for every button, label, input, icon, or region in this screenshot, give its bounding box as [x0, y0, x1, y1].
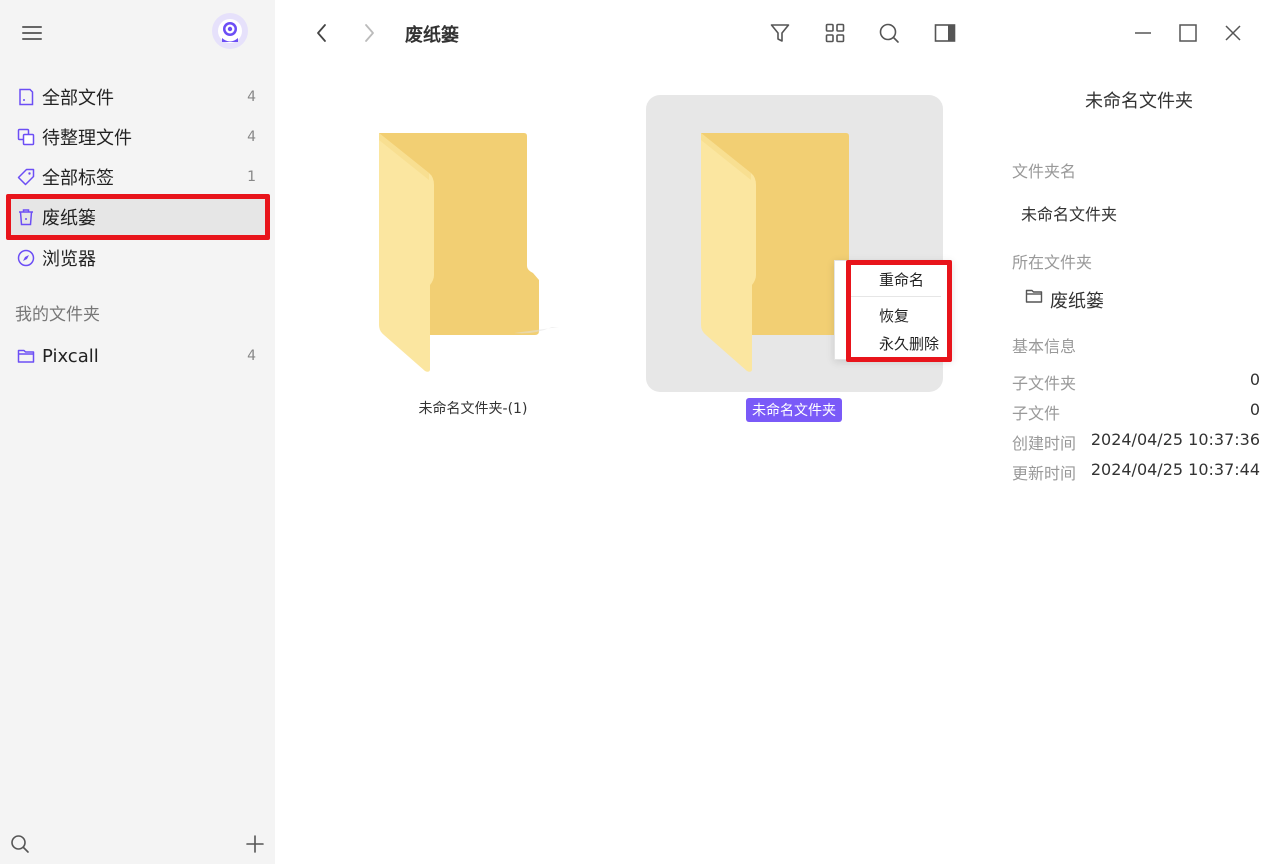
sidebar-item-browser[interactable]: 浏览器 — [8, 239, 266, 277]
folder-icon — [379, 133, 559, 372]
subfiles-label: 子文件 — [1012, 404, 1061, 423]
menu-item-restore[interactable]: 恢复 — [879, 305, 909, 326]
folder-name: 未命名文件夹-(1) — [418, 401, 528, 417]
item-count: 1 — [247, 169, 256, 185]
side-panel-icon[interactable] — [932, 20, 958, 46]
folder-tile[interactable] — [324, 95, 621, 392]
sidebar-item-label: 全部文件 — [42, 88, 114, 109]
created-label: 创建时间 — [1012, 434, 1077, 453]
user-avatar-icon — [218, 19, 242, 43]
item-count: 4 — [247, 89, 256, 105]
context-menu: 重命名 恢复 永久删除 — [834, 260, 952, 360]
menu-item-rename[interactable]: 重命名 — [879, 269, 924, 290]
sidebar-item-label: 待整理文件 — [42, 128, 132, 149]
sidebar-folder-label: Pixcall — [42, 345, 99, 367]
sidebar-item-all-tags[interactable]: 全部标签 1 — [8, 158, 266, 196]
search-icon[interactable] — [10, 834, 30, 854]
folder-name-selected[interactable]: 未命名文件夹 — [746, 398, 842, 422]
folder-icon — [16, 346, 36, 366]
item-count: 4 — [247, 129, 256, 145]
sidebar-item-trash[interactable]: 废纸篓 — [6, 194, 270, 240]
folder-icon — [1025, 287, 1045, 307]
menu-item-delete-permanently[interactable]: 永久删除 — [879, 333, 939, 354]
sidebar: 全部文件 4 待整理文件 4 全部标签 1 废纸篓 浏览器 我的文件夹 Pixc… — [0, 0, 275, 864]
sidebar-item-label: 浏览器 — [42, 249, 96, 270]
avatar[interactable] — [212, 13, 248, 49]
tag-icon — [16, 167, 36, 187]
menu-icon[interactable] — [22, 24, 44, 42]
sidebar-folder-pixcall[interactable]: Pixcall 4 — [8, 337, 266, 375]
trash-icon — [16, 207, 36, 227]
subfolders-value: 0 — [1249, 370, 1260, 389]
filter-icon[interactable] — [767, 20, 793, 46]
maximize-icon[interactable] — [1175, 20, 1201, 46]
name-value[interactable]: 未命名文件夹 — [1021, 201, 1117, 225]
updated-label: 更新时间 — [1012, 464, 1077, 483]
subfolders-label: 子文件夹 — [1012, 374, 1077, 393]
menu-separator — [847, 296, 941, 297]
basic-info-label: 基本信息 — [1012, 337, 1077, 356]
minimize-icon[interactable] — [1130, 20, 1156, 46]
stack-icon — [16, 127, 36, 147]
folder-caption-wrap: 未命名文件夹 — [744, 398, 844, 422]
toolbar: 废纸篓 — [275, 0, 1280, 66]
subfiles-value: 0 — [1249, 400, 1260, 419]
close-icon[interactable] — [1220, 20, 1246, 46]
name-label: 文件夹名 — [1012, 162, 1077, 181]
back-icon[interactable] — [309, 20, 335, 46]
info-title: 未命名文件夹 — [1085, 91, 1193, 112]
page-title: 废纸篓 — [405, 25, 459, 46]
sidebar-item-all-files[interactable]: 全部文件 4 — [8, 78, 266, 116]
note-icon — [16, 87, 36, 107]
add-icon[interactable] — [244, 833, 266, 855]
created-value: 2024/04/25 10:37:36 — [1090, 430, 1260, 449]
updated-value: 2024/04/25 10:37:44 — [1090, 460, 1260, 479]
sidebar-item-unsorted-files[interactable]: 待整理文件 4 — [8, 118, 266, 156]
grid-view-icon[interactable] — [822, 20, 848, 46]
forward-icon[interactable] — [356, 20, 382, 46]
location-value[interactable]: 废纸篓 — [1050, 287, 1104, 313]
search-icon[interactable] — [876, 20, 902, 46]
location-label: 所在文件夹 — [1012, 253, 1093, 272]
sidebar-item-label: 废纸篓 — [42, 208, 96, 229]
compass-icon — [16, 248, 36, 268]
my-folders-heading: 我的文件夹 — [15, 305, 100, 325]
sidebar-item-label: 全部标签 — [42, 168, 114, 189]
item-count: 4 — [247, 348, 256, 364]
